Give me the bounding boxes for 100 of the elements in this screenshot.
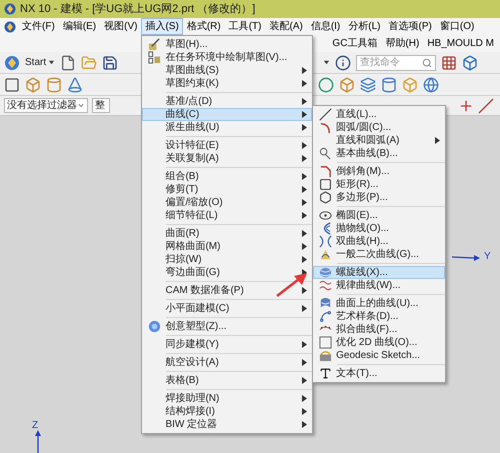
line-icon	[318, 108, 332, 121]
menu-item[interactable]: 一般二次曲线(G)...	[313, 248, 446, 261]
menu-item[interactable]: 规律曲线(W)...	[313, 279, 446, 292]
menu-item[interactable]: 基本曲线(B)...	[313, 147, 446, 160]
cone-icon[interactable]	[67, 76, 83, 92]
app-logo-icon	[4, 20, 16, 32]
helix-icon	[318, 266, 332, 279]
menu-item[interactable]: 多边形(P)...	[313, 191, 446, 204]
menu-item[interactable]: Geodesic Sketch...	[313, 349, 446, 362]
menu-item[interactable]: 扫掠(W)	[142, 253, 312, 266]
new-file-icon[interactable]	[60, 54, 76, 70]
block-icon[interactable]	[25, 76, 41, 92]
scope-dropdown[interactable]: 整	[92, 98, 110, 113]
menu-item[interactable]: 在任务环境中绘制草图(V)...	[142, 51, 312, 64]
start-button[interactable]: Start	[25, 55, 56, 70]
submenu-arrow-icon	[302, 377, 308, 384]
layers-icon[interactable]	[360, 76, 376, 92]
menu-bar-item[interactable]: 装配(A)	[265, 18, 307, 35]
menu-bar-item[interactable]: 首选项(P)	[384, 18, 436, 35]
menu-item[interactable]: 偏置/缩放(O)	[142, 196, 312, 209]
menu-bar-item[interactable]: 编辑(E)	[58, 18, 100, 35]
menu-bar-item[interactable]: 信息(I)	[306, 18, 344, 35]
y-axis-line	[452, 254, 480, 262]
menu-item[interactable]: 弯边曲面(G)	[142, 266, 312, 279]
menu-item[interactable]: 创意塑型(Z)...	[142, 320, 312, 333]
info-icon[interactable]	[335, 54, 352, 70]
menu-item[interactable]: 细节特征(L)	[142, 209, 312, 222]
menu-item[interactable]: 基准/点(D)	[142, 95, 312, 108]
submenu-arrow-icon	[435, 137, 440, 144]
menu-item[interactable]: 结构焊接(I)	[142, 405, 312, 418]
plus-icon[interactable]	[458, 98, 474, 114]
cylinder-icon[interactable]	[381, 76, 397, 92]
menu-item[interactable]: 矩形(R)...	[313, 178, 446, 191]
menu-item[interactable]: CAM 数据准备(P)	[142, 284, 312, 297]
menu-item[interactable]: 优化 2D 曲线(O)...	[313, 336, 446, 349]
sketch-task-icon	[148, 51, 161, 64]
open-folder-icon[interactable]	[81, 54, 98, 70]
axis-label: Y	[484, 250, 491, 264]
ellipse-icon	[318, 209, 332, 222]
cube-icon[interactable]	[462, 54, 478, 70]
menu-item[interactable]: 倒斜角(M)...	[313, 165, 446, 178]
menu-item[interactable]: 草图(H)...	[142, 38, 312, 51]
menu-item[interactable]: 小平面建模(C)	[142, 302, 312, 315]
menu-item[interactable]: 曲线(C)	[142, 108, 312, 121]
menu-item[interactable]: 草图曲线(S)	[142, 64, 312, 77]
sketch-frame-icon[interactable]	[4, 76, 20, 92]
menu-item[interactable]: 抛物线(O)...	[313, 222, 446, 235]
search-icon	[422, 58, 432, 68]
polygon-icon	[318, 191, 332, 204]
menu-bar-item[interactable]: 文件(F)	[18, 18, 59, 35]
menu-bar-item[interactable]: 视图(V)	[100, 18, 142, 35]
box-icon[interactable]	[339, 76, 355, 92]
menu-item[interactable]: 曲面上的曲线(U)...	[313, 297, 446, 310]
menu-item[interactable]: 直线(L)...	[313, 108, 446, 121]
menu-item[interactable]: 圆弧/圆(C)...	[313, 121, 446, 134]
filter-dropdown[interactable]: 没有选择过滤器	[4, 98, 88, 113]
menu-bar-item[interactable]: HB_MOULD M	[423, 35, 498, 52]
save-icon[interactable]	[102, 54, 118, 70]
text-icon	[318, 367, 332, 380]
annotation-arrow	[275, 272, 310, 298]
menu-bar-item[interactable]: 分析(L)	[344, 18, 385, 35]
menu-item[interactable]: BIW 定位器	[142, 418, 312, 431]
cylinder-icon[interactable]	[46, 76, 62, 92]
window-title: NX 10 - 建模 - [学UG就上UG网2.prt （修改的）]	[20, 2, 256, 17]
menu-item[interactable]: 网格曲面(M)	[142, 240, 312, 253]
menu-item[interactable]: 派生曲线(U)	[142, 121, 312, 134]
cube-icon[interactable]	[402, 76, 418, 92]
menu-bar-item[interactable]: 工具(T)	[224, 18, 266, 35]
menu-item[interactable]: 直线和圆弧(A)	[313, 134, 446, 147]
square-outline-icon	[318, 336, 332, 349]
hyperbola-icon	[318, 235, 332, 248]
arc-icon	[318, 121, 332, 134]
rectangle-icon	[318, 178, 332, 191]
axis-label: Z	[32, 419, 38, 433]
menu-item[interactable]: 表格(B)	[142, 374, 312, 387]
menu-item[interactable]: 椭圆(E)...	[313, 209, 446, 222]
menu-item[interactable]: 组合(B)	[142, 170, 312, 183]
submenu-arrow-icon	[302, 359, 308, 366]
menu-item[interactable]: 螺旋线(X)...	[313, 266, 446, 279]
menu-item[interactable]: 艺术样条(D)...	[313, 310, 446, 323]
menu-item[interactable]: 同步建模(Y)	[142, 338, 312, 351]
menu-item[interactable]: 文本(T)...	[313, 367, 446, 380]
menu-bar-item[interactable]: 窗口(O)	[436, 18, 478, 35]
menu-item[interactable]: 航空设计(A)	[142, 356, 312, 369]
menu-item[interactable]: 关联复制(A)	[142, 152, 312, 165]
menu-item[interactable]: 拟合曲线(F)...	[313, 323, 446, 336]
menu-item[interactable]: 设计特征(E)	[142, 139, 312, 152]
menu-bar-item[interactable]: GC工具箱	[328, 35, 382, 52]
menu-item[interactable]: 修剪(T)	[142, 183, 312, 196]
menu-item[interactable]: 草图约束(K)	[142, 77, 312, 90]
menu-bar-item[interactable]: 帮助(H)	[381, 35, 424, 52]
caret-icon	[323, 59, 330, 66]
menu-item[interactable]: 曲面(R)	[142, 227, 312, 240]
menu-bar-item[interactable]: 格式(R)	[182, 18, 225, 35]
globe-icon[interactable]	[423, 76, 439, 92]
menu-bar-item[interactable]: 插入(S)	[141, 18, 183, 35]
line-icon[interactable]	[478, 98, 494, 114]
menu-item[interactable]: 焊接助理(N)	[142, 392, 312, 405]
menu-item[interactable]: 双曲线(H)...	[313, 235, 446, 248]
submenu-arrow-icon	[302, 341, 308, 348]
